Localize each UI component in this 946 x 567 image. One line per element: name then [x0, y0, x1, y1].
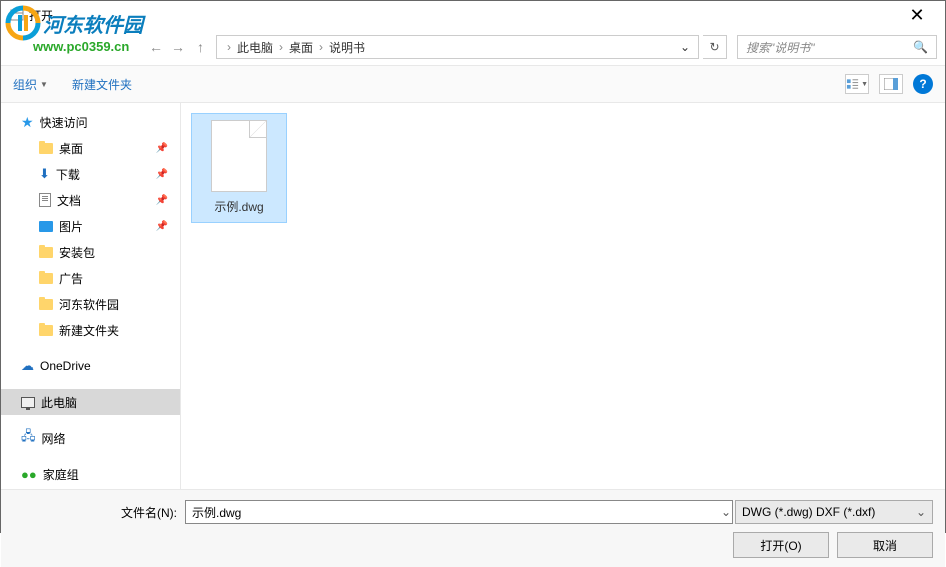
pin-icon: 📌 [156, 169, 168, 180]
sidebar-item-ads[interactable]: 广告 [1, 265, 180, 291]
file-name: 示例.dwg [214, 198, 263, 215]
sidebar-item-onedrive[interactable]: ☁ OneDrive [1, 353, 180, 379]
new-folder-button[interactable]: 新建文件夹 [72, 76, 132, 93]
file-list[interactable]: 示例.dwg [181, 103, 945, 489]
sidebar-item-documents[interactable]: 文档 📌 [1, 187, 180, 213]
chevron-right-icon: › [227, 40, 231, 54]
sidebar-item-hedong[interactable]: 河东软件园 [1, 291, 180, 317]
toolbar: 组织 ▼ 新建文件夹 ▼ ? [1, 65, 945, 103]
sidebar-item-new-folder[interactable]: 新建文件夹 [1, 317, 180, 343]
breadcrumb-dropdown[interactable]: ⌄ [680, 40, 690, 54]
picture-icon [39, 221, 53, 232]
star-icon: ★ [21, 114, 34, 131]
breadcrumb-item[interactable]: 说明书 [329, 39, 365, 56]
folder-icon [39, 247, 53, 258]
folder-icon [39, 299, 53, 310]
nav-bar: ← → ↑ › 此电脑 › 桌面 › 说明书 ⌄ ↻ 搜索"说明书" 🔍 [1, 29, 945, 65]
filetype-select[interactable]: DWG (*.dwg) DXF (*.dxf) ⌄ [735, 500, 933, 524]
sidebar-item-network[interactable]: 🖧 网络 [1, 425, 180, 451]
sidebar: ★ 快速访问 桌面 📌 ⬇ 下载 📌 文档 📌 图片 📌 安装包 [1, 103, 181, 489]
cancel-button[interactable]: 取消 [837, 532, 933, 558]
open-button[interactable]: 打开(O) [733, 532, 829, 558]
file-icon [211, 120, 267, 192]
organize-button[interactable]: 组织 ▼ [13, 76, 48, 93]
help-button[interactable]: ? [913, 74, 933, 94]
preview-pane-button[interactable] [879, 74, 903, 94]
search-input[interactable]: 搜索"说明书" 🔍 [737, 35, 937, 59]
chevron-right-icon: › [319, 40, 323, 54]
network-icon: 🖧 [21, 427, 36, 449]
folder-icon [39, 143, 53, 154]
breadcrumb-item[interactable]: 桌面 [289, 39, 313, 56]
window-title: 打开 [29, 7, 937, 24]
chevron-down-icon: ▼ [861, 81, 868, 88]
pc-icon [21, 397, 35, 408]
chevron-down-icon: ▼ [40, 80, 48, 89]
filename-input[interactable] [185, 500, 733, 524]
file-item[interactable]: 示例.dwg [191, 113, 287, 223]
titlebar: 打开 ✕ [1, 1, 945, 29]
download-icon: ⬇ [39, 166, 50, 182]
folder-icon [39, 273, 53, 284]
pin-icon: 📌 [156, 143, 168, 154]
sidebar-item-downloads[interactable]: ⬇ 下载 📌 [1, 161, 180, 187]
forward-button[interactable]: → [171, 39, 185, 55]
pin-icon: 📌 [156, 195, 168, 206]
sidebar-item-homegroup[interactable]: ●● 家庭组 [1, 461, 180, 487]
sidebar-item-quick-access[interactable]: ★ 快速访问 [1, 109, 180, 135]
chevron-right-icon: › [279, 40, 283, 54]
sidebar-item-desktop[interactable]: 桌面 📌 [1, 135, 180, 161]
refresh-button[interactable]: ↻ [703, 35, 727, 59]
view-mode-button[interactable]: ▼ [845, 74, 869, 94]
pin-icon: 📌 [156, 221, 168, 232]
breadcrumb-item[interactable]: 此电脑 [237, 39, 273, 56]
sidebar-item-pictures[interactable]: 图片 📌 [1, 213, 180, 239]
homegroup-icon: ●● [21, 467, 37, 482]
close-button[interactable]: ✕ [897, 5, 937, 26]
filename-label: 文件名(N): [121, 504, 177, 521]
search-placeholder: 搜索"说明书" [746, 39, 913, 56]
chevron-down-icon: ⌄ [916, 505, 926, 519]
chevron-down-icon[interactable]: ⌄ [721, 505, 731, 519]
search-icon[interactable]: 🔍 [913, 40, 928, 54]
cloud-icon: ☁ [21, 358, 34, 374]
breadcrumb[interactable]: › 此电脑 › 桌面 › 说明书 ⌄ [216, 35, 699, 59]
folder-icon [39, 325, 53, 336]
app-icon [9, 7, 25, 23]
sidebar-item-install-pkg[interactable]: 安装包 [1, 239, 180, 265]
up-button[interactable]: ↑ [197, 39, 204, 55]
back-button[interactable]: ← [149, 39, 163, 55]
sidebar-item-this-pc[interactable]: 此电脑 [1, 389, 180, 415]
footer: 文件名(N): ⌄ DWG (*.dwg) DXF (*.dxf) ⌄ 打开(O… [1, 489, 945, 567]
document-icon [39, 193, 51, 207]
